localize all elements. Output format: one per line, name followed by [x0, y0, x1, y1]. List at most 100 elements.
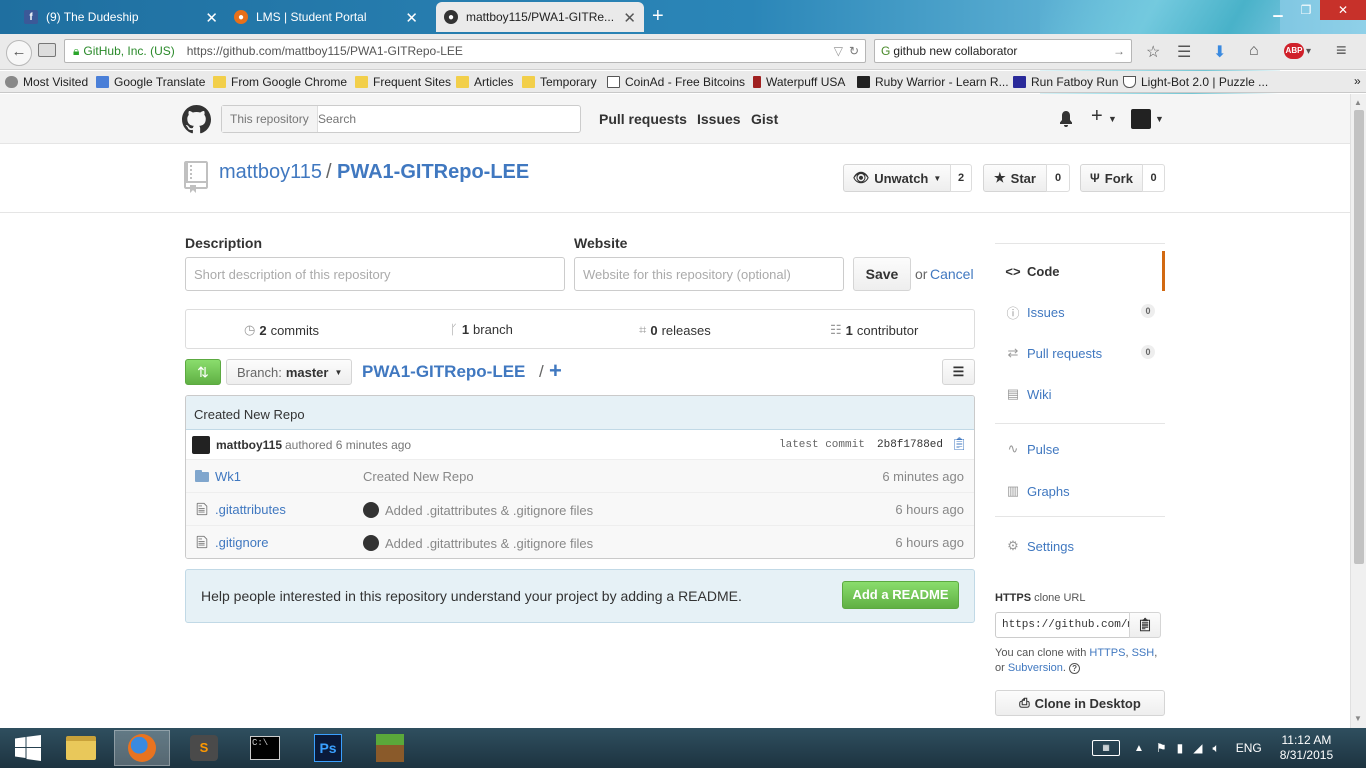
sidebar-item-settings[interactable]: ⚙ Settings: [995, 526, 1165, 566]
releases-summary[interactable]: ⌗ 0 releases: [639, 322, 711, 338]
bookmark-light-bot[interactable]: Light-Bot 2.0 | Puzzle ...: [1123, 75, 1268, 89]
close-icon[interactable]: ✕: [205, 9, 218, 27]
contributors-summary[interactable]: ☷ 1 contributor: [830, 322, 918, 338]
save-button[interactable]: Save: [853, 257, 911, 291]
commit-author[interactable]: mattboy115: [216, 438, 282, 452]
clone-subversion-link[interactable]: Subversion: [1008, 662, 1063, 674]
battery-icon[interactable]: ▮: [1177, 741, 1184, 755]
sidebar-item-pull-requests[interactable]: ⇄ Pull requests 0: [995, 333, 1165, 373]
bookmark-coinad[interactable]: CoinAd - Free Bitcoins: [607, 75, 745, 89]
adblock-icon[interactable]: ABP: [1284, 43, 1304, 59]
commit-sha[interactable]: 2b8f1788ed: [877, 439, 943, 451]
bookmark-most-visited[interactable]: Most Visited: [5, 75, 88, 89]
search-input[interactable]: [318, 109, 568, 129]
bookmark-google-translate[interactable]: Google Translate: [96, 75, 205, 89]
bookmark-waterpuff[interactable]: Waterpuff USA: [753, 75, 845, 89]
sidebar-item-wiki[interactable]: ▤ Wiki: [995, 374, 1165, 414]
language-indicator[interactable]: ENG: [1236, 741, 1262, 755]
tab-dudeship[interactable]: f (9) The Dudeship ✕: [16, 2, 226, 32]
file-row[interactable]: .gitattributes Added .gitattributes & .g…: [186, 493, 974, 526]
tab-github[interactable]: ● mattboy115/PWA1-GITRe... ✕: [436, 2, 644, 32]
network-icon[interactable]: ◢: [1193, 741, 1202, 755]
website-field[interactable]: [574, 257, 844, 291]
photoshop-button[interactable]: Ps: [300, 730, 356, 766]
clone-protocol-label[interactable]: HTTPS: [995, 592, 1031, 604]
file-name[interactable]: .gitattributes: [215, 502, 286, 517]
chevron-down-icon[interactable]: ▼: [1108, 114, 1117, 124]
file-commit-message[interactable]: Added .gitattributes & .gitignore files: [363, 502, 593, 518]
file-commit-message[interactable]: Created New Repo: [363, 469, 474, 484]
file-explorer-button[interactable]: [53, 730, 109, 766]
volume-icon[interactable]: 🔈︎: [1213, 741, 1220, 756]
nav-issues[interactable]: Issues: [697, 111, 741, 127]
menu-icon[interactable]: ≡: [1336, 40, 1347, 61]
fork-count[interactable]: 0: [1142, 164, 1165, 192]
page-scrollbar[interactable]: ▲ ▼: [1350, 94, 1366, 728]
file-row[interactable]: Wk1 Created New Repo 6 minutes ago: [186, 460, 974, 493]
close-icon[interactable]: ✕: [405, 9, 418, 27]
more-bookmarks-icon[interactable]: »: [1354, 74, 1361, 88]
search-engine-icon[interactable]: G: [881, 40, 890, 62]
scrollbar-thumb[interactable]: [1354, 110, 1364, 564]
clock[interactable]: 11:12 AM 8/31/2015: [1280, 733, 1333, 763]
branch-select[interactable]: Branch: master ▼: [226, 359, 352, 385]
clone-ssh-link[interactable]: SSH: [1132, 647, 1155, 659]
bookmark-folder[interactable]: Frequent Sites: [355, 75, 451, 89]
bell-icon[interactable]: [1059, 111, 1073, 127]
bookmark-folder[interactable]: Temporary: [522, 75, 597, 89]
chevron-down-icon[interactable]: ▾: [1306, 46, 1311, 57]
repo-owner-link[interactable]: mattboy115: [219, 161, 322, 184]
file-commit-message[interactable]: Added .gitattributes & .gitignore files: [363, 535, 593, 551]
sidebar-item-issues[interactable]: ⓘ Issues 0: [995, 292, 1165, 332]
clone-url-field[interactable]: https://github.com/mattboy115/PWA1-GITRe…: [995, 612, 1130, 638]
url-text[interactable]: https://github.com/mattboy115/PWA1-GITRe…: [187, 40, 463, 62]
list-view-button[interactable]: ☰: [942, 359, 975, 385]
bookmark-ruby-warrior[interactable]: Ruby Warrior - Learn R...: [857, 75, 1009, 89]
add-readme-button[interactable]: Add a README: [842, 581, 959, 609]
cmd-button[interactable]: C:\: [237, 730, 293, 766]
new-tab-button[interactable]: +: [652, 5, 664, 28]
github-logo-icon[interactable]: [182, 105, 211, 134]
chevron-down-icon[interactable]: ▼: [1155, 114, 1164, 124]
sublime-button[interactable]: S: [176, 730, 232, 766]
clone-in-desktop-button[interactable]: ⎙ Clone in Desktop: [995, 690, 1165, 716]
reading-list-icon[interactable]: ☰: [1177, 42, 1191, 62]
scroll-down-icon[interactable]: ▼: [1354, 714, 1362, 723]
branch-summary[interactable]: ᚴ 1 branch: [450, 322, 513, 337]
file-name[interactable]: .gitignore: [215, 535, 268, 550]
dropdown-icon[interactable]: ▽: [834, 40, 843, 62]
help-icon[interactable]: ?: [1069, 663, 1081, 674]
plus-icon[interactable]: +: [1091, 105, 1103, 128]
sidebar-item-code[interactable]: <> Code: [995, 251, 1165, 291]
window-close-icon[interactable]: ✕: [1320, 0, 1366, 20]
minimize-icon[interactable]: ▁: [1264, 0, 1292, 20]
avatar[interactable]: [192, 436, 210, 454]
tab-lms[interactable]: ● LMS | Student Portal ✕: [226, 2, 426, 32]
show-hidden-icon[interactable]: ▲: [1134, 743, 1144, 754]
repo-name-link[interactable]: PWA1-GITRepo-LEE: [337, 161, 529, 184]
new-file-button[interactable]: +: [549, 358, 562, 384]
header-search[interactable]: This repository: [221, 105, 581, 133]
breadcrumb-repo-link[interactable]: PWA1-GITRepo-LEE: [362, 362, 525, 382]
file-name[interactable]: Wk1: [215, 469, 241, 484]
sidebar-item-graphs[interactable]: ▥ Graphs: [995, 471, 1165, 511]
commits-summary[interactable]: ◷ 2 commits: [244, 322, 319, 338]
bookmark-folder[interactable]: From Google Chrome: [213, 75, 347, 89]
copy-clone-url-button[interactable]: 📋︎: [1129, 612, 1161, 638]
star-count[interactable]: 0: [1046, 164, 1070, 192]
star-button[interactable]: ★ Star: [983, 164, 1047, 192]
identity-icon[interactable]: [38, 43, 56, 57]
file-row[interactable]: .gitignore Added .gitattributes & .gitig…: [186, 526, 974, 558]
search-bar[interactable]: G github new collaborator →: [874, 39, 1132, 63]
commit-message[interactable]: Created New Repo: [186, 396, 974, 430]
description-field[interactable]: [185, 257, 565, 291]
watch-count[interactable]: 2: [950, 164, 972, 192]
nav-gist[interactable]: Gist: [751, 111, 778, 127]
bookmark-folder[interactable]: Articles: [456, 75, 513, 89]
minecraft-button[interactable]: [362, 730, 418, 766]
nav-pull-requests[interactable]: Pull requests: [599, 111, 687, 127]
scroll-up-icon[interactable]: ▲: [1354, 98, 1362, 107]
keyboard-icon[interactable]: ▦: [1092, 740, 1120, 756]
download-icon[interactable]: ⬇: [1213, 42, 1226, 62]
unwatch-button[interactable]: 👁︎ Unwatch ▼: [843, 164, 951, 192]
